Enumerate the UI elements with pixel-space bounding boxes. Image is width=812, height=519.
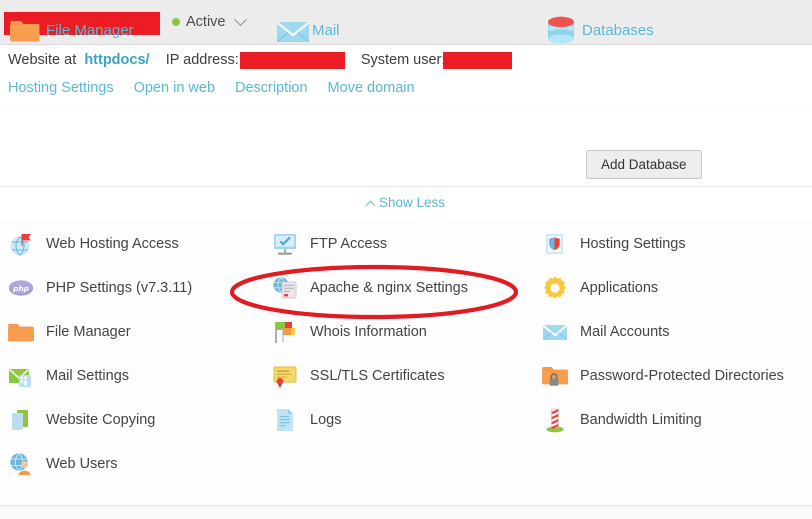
tool-label: FTP Access <box>310 236 388 252</box>
mail-settings-icon <box>8 363 34 389</box>
status-label: Active <box>186 14 226 30</box>
hosting-settings-icon <box>542 231 568 257</box>
tool-label: Web Hosting Access <box>46 236 179 252</box>
tool-web-hosting-access[interactable]: Web Hosting Access <box>8 222 270 266</box>
action-hosting-settings[interactable]: Hosting Settings <box>8 80 114 96</box>
tool-logs[interactable]: Logs <box>272 398 534 442</box>
bandwidth-post-icon <box>542 407 568 433</box>
tool-label: Apache & nginx Settings <box>310 280 468 296</box>
chevron-down-icon[interactable] <box>233 12 247 26</box>
tile-mail[interactable]: Mail <box>276 14 340 48</box>
tool-label: Website Copying <box>46 412 156 428</box>
action-move-domain[interactable]: Move domain <box>328 80 415 96</box>
redacted-ip-address <box>240 52 345 69</box>
tool-ssl-tls-certificates[interactable]: SSL/TLS Certificates <box>272 354 534 398</box>
tool-file-manager[interactable]: File Manager <box>8 310 270 354</box>
copy-pages-icon <box>8 407 34 433</box>
tool-bandwidth-limiting[interactable]: Bandwidth Limiting <box>542 398 812 442</box>
apache-nginx-icon <box>272 275 298 301</box>
action-open-in-web[interactable]: Open in web <box>134 80 215 96</box>
tool-label: Whois Information <box>310 324 427 340</box>
globe-flag-icon <box>8 231 34 257</box>
tool-mail-accounts[interactable]: Mail Accounts <box>542 310 812 354</box>
tool-label: PHP Settings (v7.3.11) <box>46 280 193 296</box>
show-less-label: Show Less <box>378 195 446 210</box>
tool-apache-nginx-settings[interactable]: Apache & nginx Settings <box>272 266 534 310</box>
tool-hosting-settings[interactable]: Hosting Settings <box>542 222 812 266</box>
tool-web-users[interactable]: Web Users <box>8 442 270 486</box>
ip-address-label: IP address: <box>165 52 239 68</box>
status-dot-icon <box>172 18 180 26</box>
quick-actions-row: Hosting Settings Open in web Description Mo… <box>8 80 435 96</box>
tool-column-1: Web Hosting Access php PHP Settings (v7.… <box>8 222 270 486</box>
tool-label: Applications <box>580 280 659 296</box>
tool-label: Web Users <box>46 456 118 472</box>
tool-label: Hosting Settings <box>580 236 686 252</box>
chevron-up-icon <box>365 200 376 211</box>
locked-folder-icon <box>542 363 569 389</box>
ftp-icon <box>272 231 298 257</box>
tool-password-protected-directories[interactable]: Password-Protected Directories <box>542 354 812 398</box>
tile-file-manager[interactable]: File Manager <box>10 14 134 48</box>
tool-website-copying[interactable]: Website Copying <box>8 398 270 442</box>
tool-label: Bandwidth Limiting <box>580 412 702 428</box>
php-icon: php <box>8 275 34 301</box>
folder-icon <box>10 14 40 42</box>
document-lines-icon <box>272 407 298 433</box>
tool-applications[interactable]: Applications <box>542 266 812 310</box>
envelope-icon <box>276 14 310 43</box>
tool-php-settings[interactable]: php PHP Settings (v7.3.11) <box>8 266 270 310</box>
certificate-icon <box>272 363 298 389</box>
website-at-label: Website at <box>8 52 77 68</box>
system-user-label: System user: <box>360 52 446 68</box>
redacted-system-user <box>443 52 512 69</box>
tool-column-2: FTP Access Apache & nginx Settings Whois… <box>272 222 534 442</box>
tool-label: File Manager <box>46 324 131 340</box>
tool-mail-settings[interactable]: Mail Settings <box>8 354 270 398</box>
database-icon <box>546 14 574 44</box>
svg-text:php: php <box>12 284 29 293</box>
tile-label: Databases <box>582 22 654 39</box>
add-database-button[interactable]: Add Database <box>586 150 702 179</box>
tile-databases[interactable]: Databases <box>546 14 654 48</box>
page-bottom-edge <box>0 505 812 519</box>
tool-label: Mail Accounts <box>580 324 670 340</box>
tool-label: Password-Protected Directories <box>580 368 784 384</box>
tool-ftp-access[interactable]: FTP Access <box>272 222 534 266</box>
web-users-icon <box>8 451 34 477</box>
tool-whois-information[interactable]: Whois Information <box>272 310 534 354</box>
tool-label: Mail Settings <box>46 368 130 384</box>
action-description[interactable]: Description <box>235 80 308 96</box>
domain-status[interactable]: Active <box>172 12 247 30</box>
tile-label: Mail <box>312 22 340 39</box>
envelope-icon <box>542 319 568 345</box>
whois-flags-icon <box>272 319 298 345</box>
tool-grid: Web Hosting Access php PHP Settings (v7.… <box>0 222 812 505</box>
httpdocs-link[interactable]: httpdocs/ <box>84 52 149 68</box>
folder-icon <box>8 319 35 345</box>
tool-column-3: Hosting Settings Applications Mail Accou… <box>542 222 812 442</box>
gear-icon <box>542 275 568 301</box>
plesk-domain-panel: Active Website at httpdocs/ IP address: … <box>0 0 812 519</box>
show-less-toggle[interactable]: Show Less <box>0 195 812 211</box>
tool-label: Logs <box>310 412 342 428</box>
tool-label: SSL/TLS Certificates <box>310 368 445 384</box>
tile-label: File Manager <box>46 22 134 39</box>
